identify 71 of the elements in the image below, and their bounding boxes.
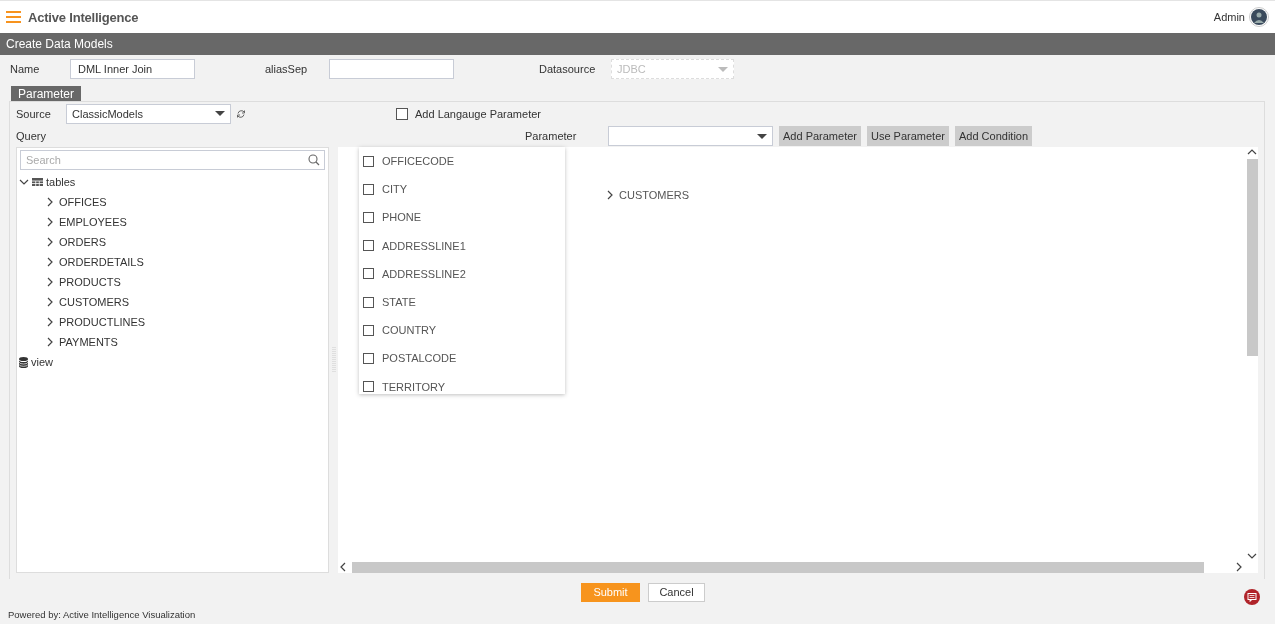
table-icon bbox=[32, 177, 43, 187]
query-label: Query bbox=[16, 130, 47, 142]
toolbar-button[interactable]: Use Parameter bbox=[867, 126, 949, 146]
collapsed-chevron-icon[interactable] bbox=[45, 277, 55, 287]
checkbox[interactable] bbox=[363, 352, 374, 364]
database-icon bbox=[19, 356, 28, 368]
cancel-button[interactable]: Cancel bbox=[648, 582, 705, 602]
collapsed-chevron-icon[interactable] bbox=[45, 297, 55, 307]
column-option[interactable]: CITY bbox=[382, 183, 408, 196]
checkbox[interactable] bbox=[363, 268, 374, 280]
checkbox-label: Add Langauge Parameter bbox=[415, 107, 541, 120]
collapsed-chevron-icon[interactable] bbox=[45, 217, 55, 227]
search-field[interactable]: Search bbox=[20, 150, 325, 170]
expanded-chevron-icon[interactable] bbox=[19, 177, 29, 187]
refresh-icon[interactable] bbox=[236, 108, 246, 119]
chevron-icon[interactable] bbox=[605, 190, 615, 200]
collapsed-chevron-icon[interactable] bbox=[45, 197, 55, 207]
scroll-left-icon[interactable] bbox=[338, 562, 348, 572]
text-field[interactable]: DML Inner Join bbox=[70, 59, 195, 79]
tree-item[interactable]: view bbox=[31, 356, 53, 368]
tree-item[interactable]: EMPLOYEES bbox=[59, 216, 127, 228]
tab[interactable]: Parameter bbox=[11, 86, 82, 101]
source-label: Source bbox=[16, 107, 52, 120]
column-option[interactable]: PHONE bbox=[382, 211, 422, 224]
collapsed-chevron-icon[interactable] bbox=[45, 337, 55, 347]
checkbox[interactable] bbox=[363, 211, 374, 223]
chat-icon[interactable] bbox=[1244, 589, 1260, 605]
avatar-icon[interactable] bbox=[1249, 7, 1269, 27]
scroll-down-icon[interactable] bbox=[1247, 551, 1257, 561]
checkbox[interactable] bbox=[363, 296, 374, 308]
tree-item[interactable]: ORDERDETAILS bbox=[59, 256, 144, 268]
tree-item[interactable]: tables bbox=[46, 176, 76, 188]
checkbox[interactable] bbox=[363, 381, 374, 393]
page-title: Create Data Models bbox=[6, 37, 113, 51]
column-option[interactable]: STATE bbox=[382, 296, 416, 309]
tree-item[interactable]: PAYMENTS bbox=[59, 336, 118, 348]
collapsed-chevron-icon[interactable] bbox=[45, 317, 55, 327]
field-label: Datasource bbox=[539, 63, 597, 75]
tree-item[interactable]: CUSTOMERS bbox=[59, 296, 130, 308]
collapsed-chevron-icon[interactable] bbox=[45, 257, 55, 267]
field-label: aliasSep bbox=[265, 63, 309, 75]
source-select[interactable]: ClassicModels bbox=[66, 103, 231, 124]
toolbar-button[interactable]: Add Condition bbox=[954, 126, 1033, 146]
column-option[interactable]: COUNTRY bbox=[382, 324, 437, 337]
app-title: Active Intelligence bbox=[28, 9, 139, 25]
column-option[interactable]: TERRITORY bbox=[382, 380, 446, 393]
datasource-select: JDBC bbox=[611, 59, 734, 79]
collapsed-chevron-icon[interactable] bbox=[45, 237, 55, 247]
tree-item[interactable]: ORDERS bbox=[59, 236, 107, 248]
parameter-label: Parameter bbox=[525, 130, 578, 142]
tree-item[interactable]: OFFICES bbox=[59, 196, 107, 208]
tree-item[interactable]: PRODUCTLINES bbox=[59, 316, 146, 328]
checkbox[interactable] bbox=[363, 155, 374, 167]
checkbox[interactable] bbox=[363, 240, 374, 252]
field-label: Name bbox=[10, 63, 41, 75]
search-icon[interactable] bbox=[308, 154, 320, 166]
scroll-right-icon[interactable] bbox=[1234, 562, 1244, 572]
footer-text: Powered by: Active Intelligence Visualization bbox=[8, 609, 196, 620]
user-name[interactable]: Admin bbox=[1213, 11, 1245, 23]
column-option[interactable]: OFFICECODE bbox=[382, 155, 455, 168]
checkbox[interactable] bbox=[363, 324, 374, 336]
column-option[interactable]: ADDRESSLINE1 bbox=[382, 239, 466, 252]
column-option[interactable]: ADDRESSLINE2 bbox=[382, 267, 466, 280]
toolbar-button[interactable]: Add Parameter bbox=[779, 126, 861, 146]
table-node[interactable]: CUSTOMERS bbox=[619, 189, 690, 201]
column-option[interactable]: POSTALCODE bbox=[382, 352, 457, 365]
scroll-up-icon[interactable] bbox=[1247, 147, 1257, 157]
checkbox[interactable] bbox=[396, 107, 408, 120]
checkbox[interactable] bbox=[363, 183, 374, 195]
text-field[interactable] bbox=[329, 59, 454, 79]
tree-item[interactable]: PRODUCTS bbox=[59, 276, 121, 288]
